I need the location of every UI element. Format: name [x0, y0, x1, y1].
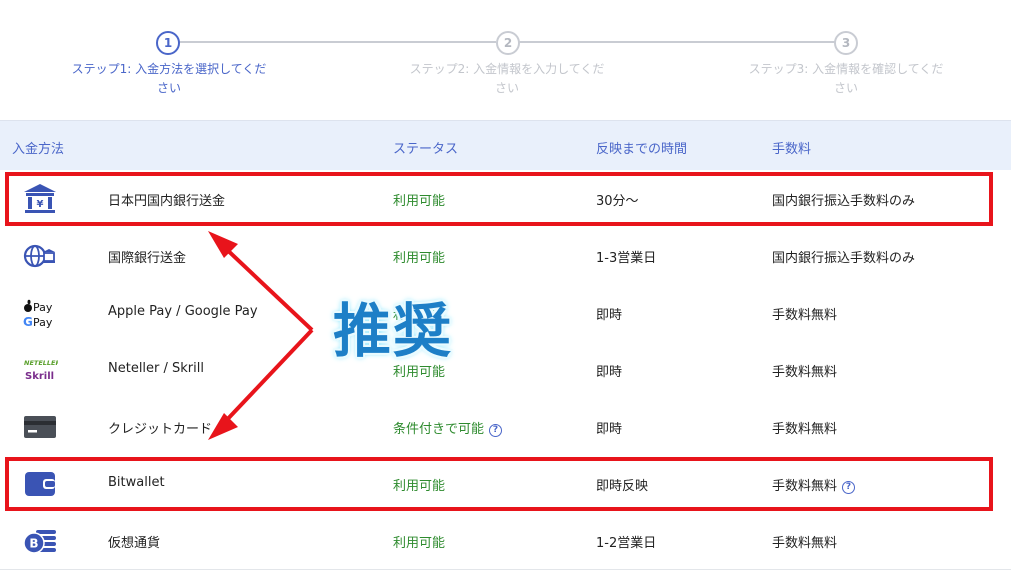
recommended-label: 推奨 — [333, 297, 454, 365]
recommend-arrows — [208, 231, 314, 440]
